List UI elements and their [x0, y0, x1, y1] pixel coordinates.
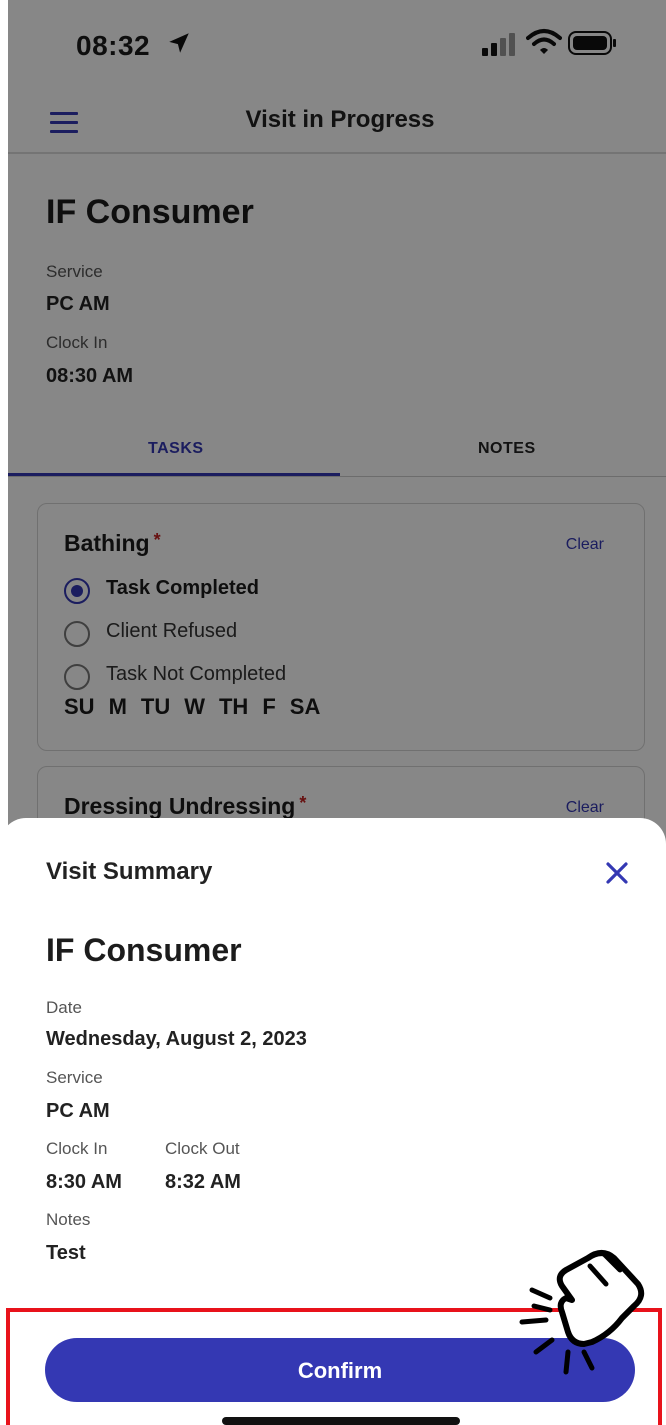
- tap-hand-icon: [519, 1250, 645, 1375]
- summary-consumer-name: IF Consumer: [46, 932, 242, 968]
- summary-service-label: Service: [46, 1068, 103, 1087]
- close-icon[interactable]: [604, 860, 630, 886]
- home-indicator: [222, 1417, 460, 1425]
- notes-label: Notes: [46, 1210, 91, 1229]
- sheet-title: Visit Summary: [46, 858, 213, 885]
- summary-clock-out-value: 8:32 AM: [165, 1171, 241, 1193]
- summary-service-value: PC AM: [46, 1100, 110, 1122]
- date-value: Wednesday, August 2, 2023: [46, 1028, 307, 1050]
- notes-value: Test: [46, 1242, 86, 1264]
- summary-clock-in-value: 8:30 AM: [46, 1171, 122, 1193]
- summary-clock-out-label: Clock Out: [165, 1139, 240, 1158]
- date-label: Date: [46, 998, 82, 1017]
- summary-clock-in-label: Clock In: [46, 1139, 108, 1158]
- screen: 08:32 Visit in Progress IF Consumer Serv…: [0, 0, 666, 1425]
